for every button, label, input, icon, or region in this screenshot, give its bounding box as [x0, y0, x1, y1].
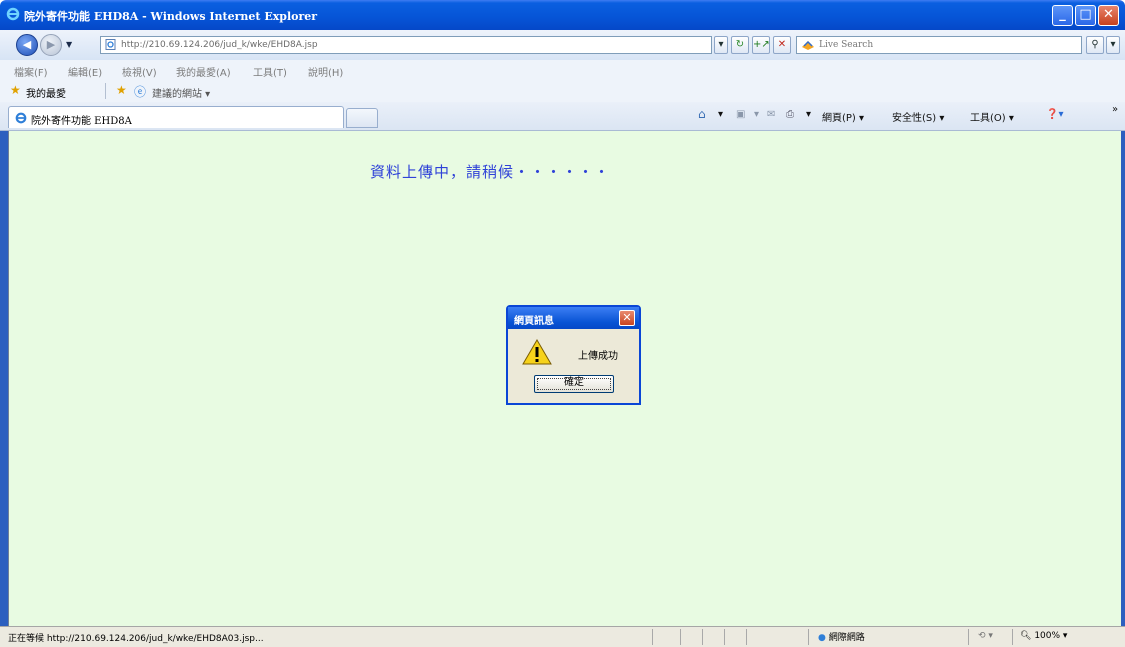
globe-icon: ●: [818, 633, 826, 643]
favorites-star-icon: ★: [10, 83, 21, 97]
print-icon[interactable]: ⎙: [786, 109, 794, 120]
zoom-icon: 🔍︎: [1020, 631, 1032, 641]
status-separator: [968, 629, 969, 645]
address-url: http://210.69.124.206/jud_k/wke/EHD8A.js…: [121, 40, 318, 50]
dialog-message: 上傳成功: [578, 351, 618, 362]
security-zone[interactable]: ● 網際網路: [818, 630, 865, 643]
page-icon: [105, 39, 116, 50]
new-tab-button[interactable]: [346, 108, 378, 128]
safety-menu-button[interactable]: 安全性(S) ▾: [892, 109, 944, 124]
home-dropdown-icon[interactable]: ▾: [718, 109, 723, 120]
feeds-dropdown-icon[interactable]: ▾: [754, 109, 759, 120]
status-separator: [652, 629, 653, 645]
stop-button[interactable]: ✕: [773, 36, 791, 54]
menu-file[interactable]: 檔案(F): [14, 64, 48, 79]
dialog-close-button[interactable]: ✕: [619, 310, 635, 326]
address-toolbar: ◀ ▶ ▼ http://210.69.124.206/jud_k/wke/EH…: [0, 30, 1125, 61]
minimize-button[interactable]: _: [1052, 5, 1073, 26]
window-titlebar[interactable]: 院外寄件功能 EHD8A - Windows Internet Explorer…: [0, 0, 1125, 30]
feeds-icon[interactable]: ▣: [736, 109, 745, 120]
live-search-icon: [802, 41, 814, 50]
page-menu-button[interactable]: 網頁(P) ▾: [822, 109, 864, 124]
compatibility-button[interactable]: ↻: [731, 36, 749, 54]
refresh-button[interactable]: +↗: [752, 36, 770, 54]
history-dropdown-icon[interactable]: ▼: [66, 40, 72, 49]
message-dialog: 網頁訊息 ✕ 上傳成功 確定: [506, 305, 641, 405]
suggested-sites-button[interactable]: 建議的網站 ▾: [152, 85, 210, 100]
print-dropdown-icon[interactable]: ▾: [806, 109, 811, 120]
dialog-title: 網頁訊息: [514, 316, 554, 327]
address-dropdown-button[interactable]: ▾: [714, 36, 728, 54]
warning-icon: [522, 339, 552, 365]
more-commands-button[interactable]: »: [1112, 104, 1118, 115]
menu-edit[interactable]: 編輯(E): [68, 64, 102, 79]
back-button[interactable]: ◀: [16, 34, 38, 56]
status-separator: [680, 629, 681, 645]
ok-button[interactable]: 確定: [534, 375, 614, 393]
window-title: 院外寄件功能 EHD8A - Windows Internet Explorer: [24, 10, 318, 23]
help-icon[interactable]: ❓▾: [1046, 109, 1063, 120]
zoom-control[interactable]: 🔍︎ 100% ▾: [1020, 631, 1067, 641]
address-input[interactable]: http://210.69.124.206/jud_k/wke/EHD8A.js…: [100, 36, 712, 54]
search-placeholder: Live Search: [819, 40, 874, 50]
zoom-dropdown-icon: ▾: [1062, 631, 1068, 641]
tools-menu-button[interactable]: 工具(O) ▾: [970, 109, 1014, 124]
menu-bar: 檔案(F) 編輯(E) 檢視(V) 我的最愛(A) 工具(T) 說明(H): [0, 60, 1125, 81]
back-arrow-icon: ◀: [22, 38, 32, 51]
security-zone-label: 網際網路: [828, 633, 865, 643]
read-mail-icon[interactable]: ✉: [767, 109, 775, 120]
status-text: 正在等候 http://210.69.124.206/jud_k/wke/EHD…: [8, 634, 264, 644]
maximize-button[interactable]: □: [1075, 5, 1096, 26]
ie-logo-icon: [6, 7, 20, 21]
status-separator: [808, 629, 809, 645]
status-separator: [702, 629, 703, 645]
zoom-level: 100%: [1034, 631, 1061, 641]
tab-title: 院外寄件功能 EHD8A: [31, 116, 132, 127]
menu-favorites[interactable]: 我的最愛(A): [176, 64, 231, 79]
forward-arrow-icon: ▶: [46, 38, 56, 51]
menu-view[interactable]: 檢視(V): [122, 64, 157, 79]
favorites-button[interactable]: 我的最愛: [26, 85, 66, 100]
ie-small-icon: ⓔ: [134, 85, 147, 99]
status-bar: 正在等候 http://210.69.124.206/jud_k/wke/EHD…: [0, 626, 1125, 647]
upload-status-message: 資料上傳中，請稍候・・・・・・: [370, 163, 611, 181]
status-separator: [1012, 629, 1013, 645]
favorites-bar: ★ 我的最愛 ★ ⓔ 建議的網站 ▾: [0, 80, 1125, 103]
tab-ie-icon: [15, 112, 27, 124]
favorites-separator: [105, 83, 106, 99]
forward-button[interactable]: ▶: [40, 34, 62, 56]
tab-current[interactable]: 院外寄件功能 EHD8A: [8, 106, 344, 128]
search-options-button[interactable]: ▾: [1106, 36, 1120, 54]
dialog-titlebar[interactable]: 網頁訊息 ✕: [508, 307, 639, 329]
status-separator: [746, 629, 747, 645]
add-favorites-icon[interactable]: ★: [116, 83, 127, 97]
search-input[interactable]: Live Search: [796, 36, 1082, 54]
search-go-button[interactable]: ⚲: [1086, 36, 1104, 54]
status-separator: [724, 629, 725, 645]
ok-button-focus: [537, 378, 611, 390]
protected-mode-icon[interactable]: ⟲ ▾: [978, 631, 993, 641]
menu-help[interactable]: 說明(H): [308, 64, 343, 79]
window-left-edge: [0, 131, 8, 626]
tab-bar: 院外寄件功能 EHD8A ⌂ ▾ ▣ ▾ ✉ ⎙ ▾ 網頁(P) ▾ 安全性(S…: [0, 102, 1125, 131]
menu-tools[interactable]: 工具(T): [253, 64, 287, 79]
close-window-button[interactable]: ✕: [1098, 5, 1119, 26]
home-icon[interactable]: ⌂: [698, 107, 706, 121]
